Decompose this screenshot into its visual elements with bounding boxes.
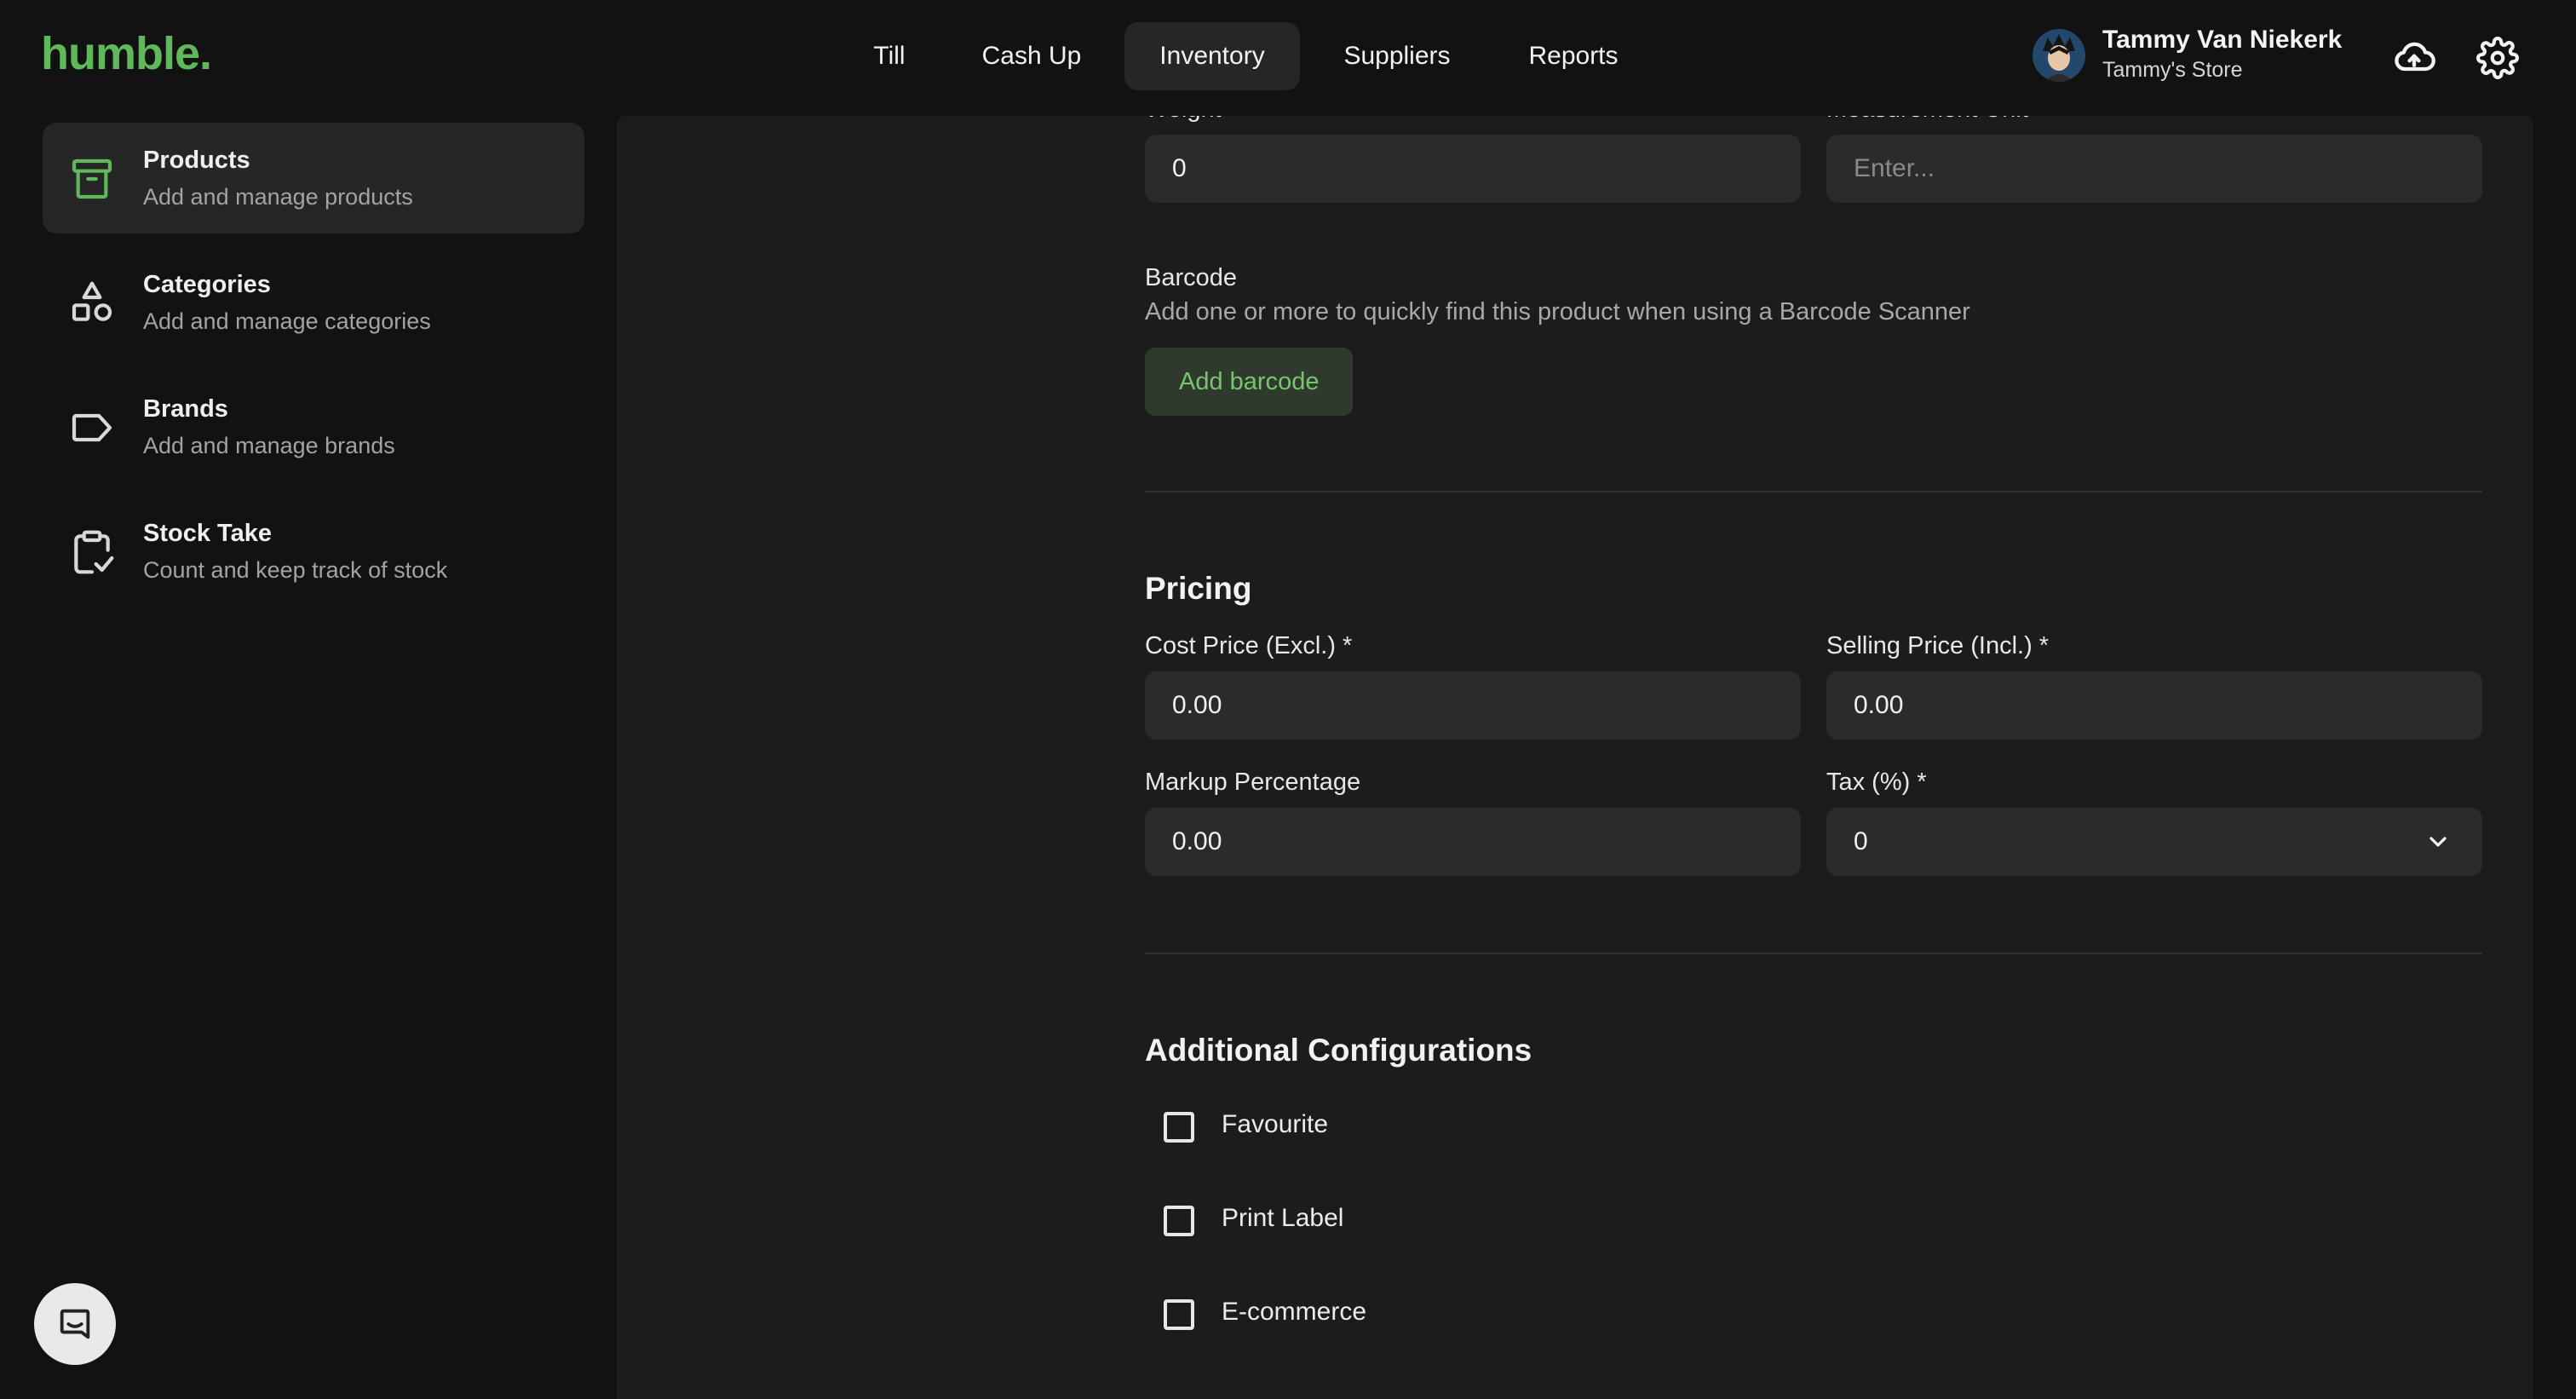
- e-commerce-checkbox[interactable]: [1164, 1299, 1194, 1330]
- tab-suppliers[interactable]: Suppliers: [1331, 22, 1463, 90]
- markup-label: Markup Percentage: [1145, 769, 1361, 796]
- markup-input[interactable]: 0.00: [1145, 808, 1801, 876]
- print-label-checkbox[interactable]: [1164, 1206, 1194, 1236]
- sidebar-item-title: Products: [143, 147, 250, 174]
- tab-inventory[interactable]: Inventory: [1124, 22, 1300, 90]
- sidebar-item-title: Stock Take: [143, 520, 272, 547]
- print-label-label: Print Label: [1222, 1204, 1344, 1232]
- sidebar-item-categories[interactable]: Categories Add and manage categories: [43, 247, 584, 358]
- gear-icon[interactable]: [2470, 31, 2525, 85]
- e-commerce-label: E-commerce: [1222, 1298, 1367, 1326]
- sidebar-item-subtitle: Add and manage brands: [143, 433, 395, 458]
- divider: [1145, 953, 2482, 954]
- store-name: Tammy's Store: [2102, 58, 2243, 82]
- tax-label: Tax (%) *: [1826, 769, 1927, 796]
- chevron-down-icon: [2429, 837, 2447, 847]
- tax-select[interactable]: 0: [1826, 808, 2482, 876]
- sidebar-item-subtitle: Count and keep track of stock: [143, 557, 448, 583]
- tab-till[interactable]: Till: [855, 22, 923, 90]
- top-bar: humble. Till Cash Up Inventory Suppliers…: [0, 0, 2576, 116]
- sidebar-item-title: Brands: [143, 395, 228, 423]
- chat-icon[interactable]: [34, 1283, 116, 1365]
- selling-price-input[interactable]: 0.00: [1826, 671, 2482, 740]
- measurement-unit-input[interactable]: Enter...: [1826, 135, 2482, 203]
- clipboard-check-icon: [74, 530, 114, 574]
- tab-cash-up[interactable]: Cash Up: [966, 22, 1097, 90]
- cost-price-input[interactable]: 0.00: [1145, 671, 1801, 740]
- weight-label: Weight: [1145, 116, 1222, 124]
- cost-price-label: Cost Price (Excl.) *: [1145, 632, 1353, 659]
- cloud-upload-icon[interactable]: [2387, 31, 2441, 85]
- tab-reports[interactable]: Reports: [1508, 22, 1639, 90]
- additional-config-title: Additional Configurations: [1145, 1033, 1532, 1068]
- sidebar-item-products[interactable]: Products Add and manage products: [43, 123, 584, 233]
- sidebar-item-title: Categories: [143, 271, 271, 298]
- weight-input[interactable]: 0: [1145, 135, 1801, 203]
- avatar: [2033, 29, 2085, 82]
- user-name: Tammy Van Niekerk: [2102, 26, 2343, 54]
- barcode-label: Barcode: [1145, 264, 1238, 291]
- sidebar-item-stock-take[interactable]: Stock Take Count and keep track of stock: [43, 496, 584, 607]
- favourite-label: Favourite: [1222, 1110, 1329, 1138]
- sidebar-item-brands[interactable]: Brands Add and manage brands: [43, 371, 584, 482]
- pricing-title: Pricing: [1145, 571, 1252, 606]
- shapes-icon: [72, 281, 112, 321]
- barcode-description: Add one or more to quickly find this pro…: [1145, 298, 1970, 325]
- selling-price-label: Selling Price (Incl.) *: [1826, 632, 2050, 659]
- favourite-checkbox[interactable]: [1164, 1112, 1194, 1143]
- sidebar-item-subtitle: Add and manage categories: [143, 308, 431, 334]
- divider: [1145, 491, 2482, 492]
- sidebar-item-subtitle: Add and manage products: [143, 184, 413, 210]
- tag-icon: [72, 413, 112, 442]
- product-form: Weight 0 Measurement Unit Enter... Barco…: [617, 116, 2533, 1399]
- app-logo[interactable]: humble.: [41, 27, 212, 80]
- measurement-unit-label: Measurement Unit: [1826, 116, 2028, 124]
- archive-box-icon: [72, 158, 112, 199]
- tax-selected-value: 0: [1854, 827, 1868, 855]
- add-barcode-button[interactable]: Add barcode: [1145, 348, 1354, 416]
